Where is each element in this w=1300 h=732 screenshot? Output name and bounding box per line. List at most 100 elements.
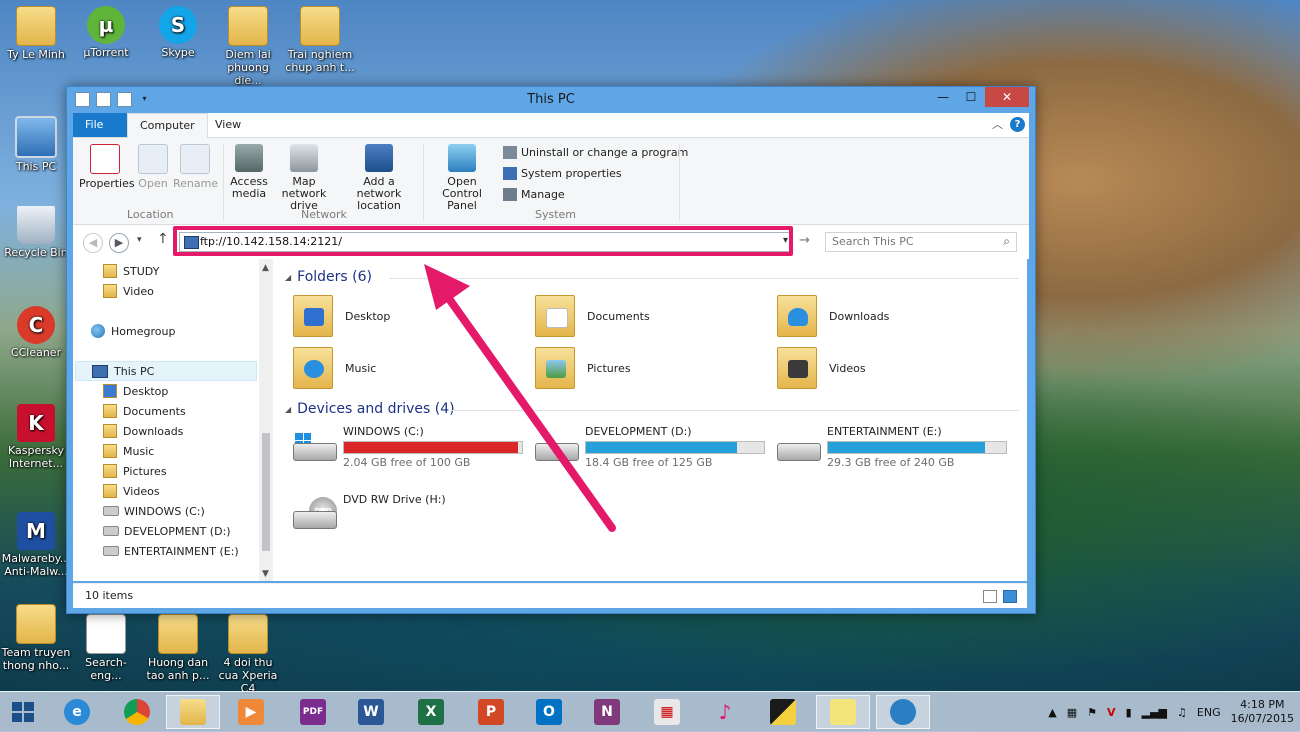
folder-item-downloads[interactable]: Downloads: [777, 293, 1007, 339]
volume-icon[interactable]: ♫: [1177, 706, 1187, 719]
drive-item-e[interactable]: ENTERTAINMENT (E:) 29.3 GB free of 240 G…: [777, 425, 1007, 475]
desktop-icon-ccleaner[interactable]: C CCleaner: [0, 306, 72, 359]
folder-item-videos[interactable]: Videos: [777, 345, 1007, 391]
rename-button[interactable]: Rename: [173, 144, 218, 190]
desktop-icon-recycle-bin[interactable]: Recycle Bin: [0, 206, 72, 259]
up-button[interactable]: ↑: [157, 231, 169, 247]
search-icon[interactable]: ⌕: [1003, 234, 1010, 249]
drives-group-header[interactable]: ◢ Devices and drives (4): [285, 401, 1019, 417]
recent-locations-icon[interactable]: ▾: [137, 235, 142, 245]
desktop-icon-thispc[interactable]: This PC: [0, 116, 72, 173]
drive-item-c[interactable]: WINDOWS (C:) 2.04 GB free of 100 GB: [293, 425, 523, 475]
drive-item-dvd[interactable]: DVD DVD RW Drive (H:): [293, 493, 523, 543]
taskbar-excel[interactable]: X: [404, 695, 458, 729]
desktop-icon-kaspersky[interactable]: K Kaspersky Internet...: [0, 404, 72, 470]
nav-item-videos[interactable]: Videos: [103, 481, 160, 501]
downloads-folder-icon: [103, 424, 117, 438]
folder-item-pictures[interactable]: Pictures: [535, 345, 765, 391]
taskbar-app-grid[interactable]: ▦: [640, 695, 694, 729]
desktop-icon-malwarebytes[interactable]: M Malwareby... Anti-Malw...: [0, 512, 72, 578]
nav-scrollbar-thumb[interactable]: [262, 433, 270, 551]
desktop-icon-folder-trai[interactable]: Trai nghiem chup anh t...: [284, 6, 356, 74]
desktop-icon-utorrent[interactable]: µ µTorrent: [70, 6, 142, 59]
nav-item-study[interactable]: STUDY: [103, 261, 159, 281]
drive-item-d[interactable]: DEVELOPMENT (D:) 18.4 GB free of 125 GB: [535, 425, 765, 475]
desktop-icon-skype[interactable]: S Skype: [142, 6, 214, 59]
taskbar-outlook[interactable]: O: [522, 695, 576, 729]
language-indicator[interactable]: ENG: [1197, 706, 1221, 719]
taskbar-media-player[interactable]: ▶: [224, 695, 278, 729]
minimize-button[interactable]: —: [929, 87, 957, 107]
scroll-down-icon[interactable]: ▼: [262, 569, 269, 579]
taskbar-sticky-notes[interactable]: [816, 695, 870, 729]
clock[interactable]: 4:18 PM 16/07/2015: [1231, 698, 1294, 726]
folder-item-desktop[interactable]: Desktop: [293, 293, 523, 339]
taskbar-ie[interactable]: e: [50, 695, 104, 729]
desktop-icon-huong-dan[interactable]: Huong dan tao anh p...: [142, 614, 214, 682]
tab-view[interactable]: View: [203, 113, 253, 137]
manage-button[interactable]: Manage: [503, 188, 565, 201]
access-media-button[interactable]: Access media: [229, 144, 269, 200]
desktop-icon-xperia[interactable]: 4 doi thu cua Xperia C4: [212, 614, 284, 695]
add-network-location-button[interactable]: Add a network location: [341, 144, 417, 212]
close-button[interactable]: ✕: [985, 87, 1029, 107]
nav-label: DEVELOPMENT (D:): [124, 524, 231, 538]
network-signal-icon[interactable]: ▂▄▆: [1142, 706, 1167, 719]
taskbar-chrome[interactable]: [110, 695, 164, 729]
nav-item-drive-d[interactable]: DEVELOPMENT (D:): [103, 521, 231, 541]
folder-label: Pictures: [587, 361, 631, 375]
taskbar-editor-app[interactable]: [756, 695, 810, 729]
maximize-button[interactable]: ☐: [957, 87, 985, 107]
back-button[interactable]: ◀: [83, 233, 103, 253]
open-button[interactable]: Open: [135, 144, 171, 190]
action-center-icon[interactable]: ▦: [1067, 706, 1077, 719]
taskbar-word[interactable]: W: [344, 695, 398, 729]
show-hidden-icons-icon[interactable]: ▲: [1048, 706, 1056, 719]
uninstall-program-button[interactable]: Uninstall or change a program: [503, 146, 688, 159]
antivirus-tray-icon[interactable]: V: [1107, 706, 1116, 719]
taskbar-file-explorer[interactable]: [166, 695, 220, 729]
open-control-panel-button[interactable]: Open Control Panel: [427, 144, 497, 212]
chrome-icon: [124, 699, 150, 725]
desktop-icon-team[interactable]: Team truyen thong nho...: [0, 604, 72, 672]
large-icons-view-icon[interactable]: [1003, 590, 1017, 603]
forward-button[interactable]: ▶: [109, 233, 129, 253]
nav-item-thispc[interactable]: This PC: [75, 361, 257, 381]
taskbar-pdf[interactable]: PDF: [286, 695, 340, 729]
properties-button[interactable]: Properties: [79, 144, 135, 190]
nav-item-music[interactable]: Music: [103, 441, 154, 461]
desktop-icon-search-eng[interactable]: Search-eng...: [70, 614, 142, 682]
nav-item-homegroup[interactable]: Homegroup: [91, 321, 175, 341]
tab-file[interactable]: File: [73, 113, 127, 137]
folder-item-documents[interactable]: Documents: [535, 293, 765, 339]
tab-computer[interactable]: Computer: [127, 113, 208, 139]
taskbar-music-app[interactable]: ♪: [698, 695, 752, 729]
details-view-icon[interactable]: [983, 590, 997, 603]
map-network-drive-button[interactable]: Map network drive: [271, 144, 337, 212]
system-properties-button[interactable]: System properties: [503, 167, 622, 180]
desktop-icon-user[interactable]: Ty Le Minh: [0, 6, 72, 61]
battery-icon[interactable]: ▮: [1126, 706, 1132, 719]
nav-item-documents[interactable]: Documents: [103, 401, 186, 421]
flag-icon[interactable]: ⚑: [1087, 706, 1097, 719]
start-button[interactable]: [12, 702, 34, 722]
folder-item-music[interactable]: Music: [293, 345, 523, 391]
help-icon[interactable]: ?: [1010, 117, 1025, 132]
taskbar-network-app[interactable]: [876, 695, 930, 729]
desktop-icon-folder-diem[interactable]: Diem lai phuong die...: [212, 6, 284, 87]
navigation-pane: STUDY Video Homegroup This PC Desktop Do…: [73, 259, 273, 581]
nav-item-pictures[interactable]: Pictures: [103, 461, 167, 481]
nav-item-drive-c[interactable]: WINDOWS (C:): [103, 501, 205, 521]
search-box[interactable]: Search This PC ⌕: [825, 232, 1017, 252]
scroll-up-icon[interactable]: ▲: [262, 263, 269, 273]
go-arrow-icon[interactable]: →: [799, 233, 810, 248]
nav-item-desktop[interactable]: Desktop: [103, 381, 168, 401]
nav-label: Pictures: [123, 464, 167, 478]
nav-item-drive-e[interactable]: ENTERTAINMENT (E:): [103, 541, 239, 561]
collapse-ribbon-icon[interactable]: ︿: [992, 116, 1003, 132]
nav-item-video[interactable]: Video: [103, 281, 154, 301]
nav-item-downloads[interactable]: Downloads: [103, 421, 183, 441]
taskbar-powerpoint[interactable]: P: [464, 695, 518, 729]
folders-group-header[interactable]: ◢ Folders (6): [285, 269, 1019, 285]
taskbar-onenote[interactable]: N: [580, 695, 634, 729]
